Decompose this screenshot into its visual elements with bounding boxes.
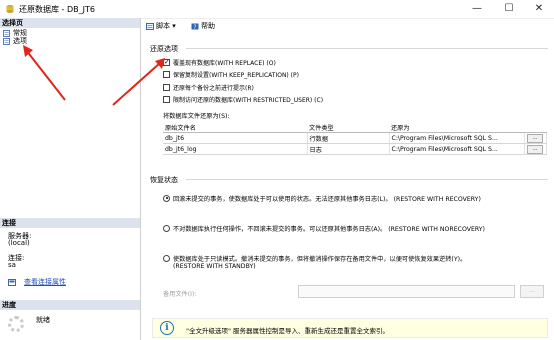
checkbox-prompt-before-restore[interactable]: 还原每个备份之前进行提示(R)	[163, 84, 254, 93]
help-button[interactable]: ? 帮助	[191, 21, 215, 31]
page-icon	[3, 29, 10, 37]
database-restore-icon	[6, 5, 14, 13]
page-icon	[3, 37, 10, 45]
checkbox-label: 还原每个备份之前进行提示(R)	[173, 85, 254, 92]
column-header: 还原为	[389, 123, 525, 133]
title-bar: 还原数据库 - DB_JT6 — ☐ ✕	[0, 0, 554, 19]
minimize-button[interactable]: —	[462, 0, 492, 18]
table-row[interactable]: db_jt6_log 日志 C:\Program Files\Microsoft…	[163, 143, 547, 155]
recovery-state-divider	[186, 179, 548, 180]
column-header: 原始文件名	[163, 123, 307, 133]
recovery-state-label: 恢复状态	[150, 176, 178, 184]
browse-button[interactable]: ...	[527, 133, 543, 143]
table-row[interactable]: db_jt6 行数据 C:\Program Files\Microsoft SQ…	[163, 132, 547, 144]
checkbox-label: 限制访问还原的数据库(WITH RESTRICTED_USER) (C)	[173, 97, 324, 104]
connection-header: 连接	[0, 218, 140, 228]
help-icon: ?	[191, 23, 199, 31]
script-button[interactable]: 脚本 ▾	[146, 21, 176, 31]
radio-unselected[interactable]	[163, 224, 170, 232]
radio-label: 不对数据库执行任何操作，不回滚未提交的事务。可以还原其他事务日志(A)。 (RE…	[173, 226, 485, 233]
checkbox-restricted-user[interactable]: 限制访问还原的数据库(WITH RESTRICTED_USER) (C)	[163, 96, 323, 105]
restore-as-path[interactable]: C:\Program Files\Microsoft SQL S...	[389, 143, 525, 155]
connection-value: sa	[8, 261, 16, 269]
restore-options-divider	[186, 48, 548, 49]
original-file-name: db_jt6_log	[163, 143, 308, 155]
radio-label: 回滚未提交的事务，使数据库处于可以使用的状态。无法还原其他事务日志(L)。 (R…	[173, 196, 481, 203]
radio-unselected[interactable]	[163, 254, 170, 262]
maximize-button[interactable]: ☐	[494, 0, 524, 18]
checkbox-label: 覆盖现有数据库(WITH REPLACE) (O)	[173, 60, 276, 67]
help-label: 帮助	[201, 22, 215, 30]
radio-with-norecovery[interactable]: 不对数据库执行任何操作，不回滚未提交的事务。可以还原其他事务日志(A)。 (RE…	[163, 224, 485, 234]
checkbox-label: 保留复制设置(WITH KEEP_REPLICATION) (P)	[173, 72, 299, 79]
file-type: 日志	[307, 143, 390, 155]
server-value: (local)	[8, 239, 30, 247]
table-header-row: 原始文件名 文件类型 还原为	[163, 123, 547, 133]
view-connection-properties-text[interactable]: 查看连接属性	[24, 278, 66, 286]
script-icon	[146, 22, 154, 30]
restore-options-label: 还原选项	[150, 45, 178, 53]
page-item-label: 常规	[13, 29, 27, 37]
column-header: 文件类型	[307, 123, 389, 133]
standby-browse-button[interactable]: ...	[520, 285, 544, 298]
progress-spinner-icon	[8, 316, 24, 332]
restore-as-path[interactable]: C:\Program Files\Microsoft SQL S...	[389, 132, 525, 144]
connection-properties-icon	[8, 278, 16, 286]
script-label: 脚本 ▾	[156, 22, 176, 30]
annotation-arrow	[23, 45, 66, 101]
svg-text:?: ?	[193, 24, 196, 30]
page-item-general[interactable]: 常规	[3, 29, 27, 37]
original-file-name: db_jt6	[163, 132, 308, 144]
window-title: 还原数据库 - DB_JT6	[19, 5, 95, 14]
column-header-button	[524, 123, 547, 133]
view-connection-properties-link[interactable]: 查看连接属性	[8, 278, 66, 286]
info-text: "全文升级选项" 服务器属性控制是导入、重新生成还是重置全文索引。	[186, 327, 390, 335]
browse-button[interactable]: ...	[527, 144, 543, 154]
restore-as-label: 将数据库文件还原为(S):	[163, 113, 230, 120]
file-type: 行数据	[307, 132, 390, 144]
radio-with-standby-line2: (RESTORE WITH STANDBY)	[173, 263, 256, 270]
checkbox-keep-replication[interactable]: 保留复制设置(WITH KEEP_REPLICATION) (P)	[163, 71, 299, 80]
info-icon: i	[160, 321, 174, 335]
select-page-header: 选择页	[0, 18, 140, 28]
radio-with-recovery[interactable]: 回滚未提交的事务，使数据库处于可以使用的状态。无法还原其他事务日志(L)。 (R…	[163, 194, 481, 204]
radio-selected[interactable]	[163, 194, 170, 202]
close-button[interactable]: ✕	[524, 0, 554, 18]
file-restore-table: 原始文件名 文件类型 还原为 db_jt6 行数据 C:\Program Fil…	[163, 123, 547, 155]
annotation-arrow-options	[112, 58, 165, 106]
standby-file-label: 备用文件(I):	[163, 291, 197, 298]
progress-status: 就绪	[36, 316, 50, 324]
standby-file-input[interactable]	[298, 285, 515, 298]
progress-header: 进度	[0, 300, 140, 310]
checkbox-with-replace[interactable]: ✓ 覆盖现有数据库(WITH REPLACE) (O)	[163, 59, 276, 68]
